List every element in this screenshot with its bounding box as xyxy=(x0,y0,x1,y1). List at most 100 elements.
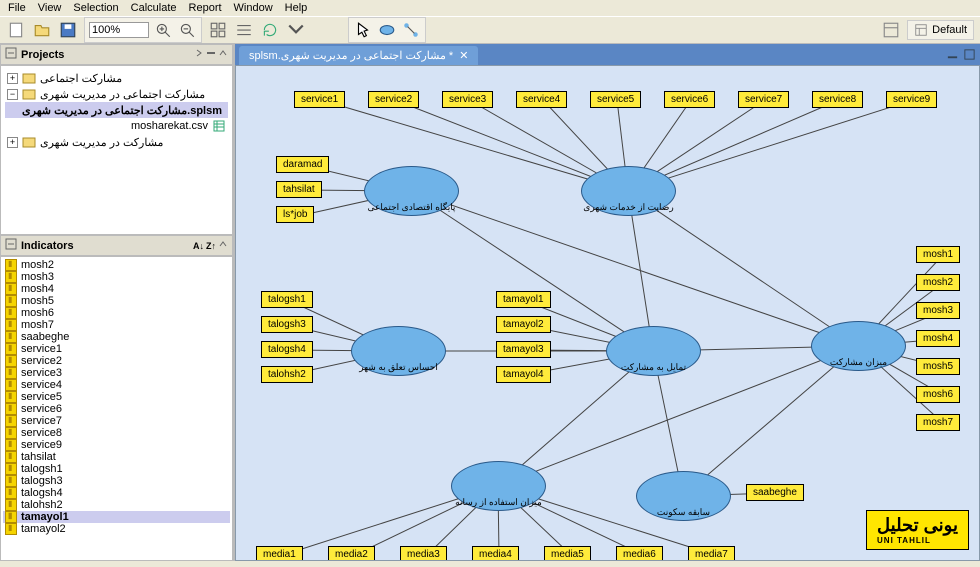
indicator-row[interactable]: mosh6 xyxy=(3,307,230,319)
indicator-row[interactable]: service4 xyxy=(3,379,230,391)
mv-daramad[interactable]: daramad xyxy=(276,156,329,173)
expand-icon[interactable]: + xyxy=(7,137,18,148)
indicator-row[interactable]: talohsh2 xyxy=(3,499,230,511)
mv-md5[interactable]: media5 xyxy=(544,546,591,561)
mv-s4[interactable]: service4 xyxy=(516,91,567,108)
menu-help[interactable]: Help xyxy=(285,2,308,14)
mv-talogsh3[interactable]: talogsh3 xyxy=(261,316,313,333)
indicator-row[interactable]: talogsh1 xyxy=(3,463,230,475)
pointer-icon[interactable] xyxy=(353,20,373,40)
mv-t4[interactable]: tamayol4 xyxy=(496,366,551,383)
project-node[interactable]: + مشارکت اجتماعی xyxy=(5,70,228,86)
indicator-row[interactable]: service8 xyxy=(3,427,230,439)
mv-s5[interactable]: service5 xyxy=(590,91,641,108)
indicator-row[interactable]: mosh4 xyxy=(3,283,230,295)
mv-md1[interactable]: media1 xyxy=(256,546,303,561)
indicator-row[interactable]: tamayol2 xyxy=(3,523,230,535)
mv-talohsh2[interactable]: talohsh2 xyxy=(261,366,313,383)
arrow-up-icon[interactable] xyxy=(218,48,228,61)
mv-m6[interactable]: mosh6 xyxy=(916,386,960,403)
projects-collapse-icon[interactable] xyxy=(5,47,17,62)
menu-report[interactable]: Report xyxy=(189,2,222,14)
indicator-row[interactable]: mosh5 xyxy=(3,295,230,307)
menu-file[interactable]: File xyxy=(8,2,26,14)
maximize-icon[interactable] xyxy=(963,48,976,64)
mv-s2[interactable]: service2 xyxy=(368,91,419,108)
indicator-row[interactable]: mosh3 xyxy=(3,271,230,283)
latent-paygah[interactable]: پایگاه اقتصادی اجتماعی xyxy=(364,166,459,216)
mv-s6[interactable]: service6 xyxy=(664,91,715,108)
zoom-input[interactable] xyxy=(89,22,149,38)
mv-m5[interactable]: mosh5 xyxy=(916,358,960,375)
new-file-icon[interactable] xyxy=(6,20,26,40)
mv-s1[interactable]: service1 xyxy=(294,91,345,108)
sort-za-icon[interactable]: Z↑ xyxy=(206,241,216,251)
latent-ehsas[interactable]: احساس تعلق به شهر xyxy=(351,326,446,376)
layout-icon[interactable] xyxy=(881,20,901,40)
mv-m1[interactable]: mosh1 xyxy=(916,246,960,263)
mv-tahsilat[interactable]: tahsilat xyxy=(276,181,322,198)
expand-icon[interactable]: + xyxy=(7,73,18,84)
mv-t3[interactable]: tamayol3 xyxy=(496,341,551,358)
zoom-out-icon[interactable] xyxy=(177,20,197,40)
indicator-row[interactable]: talogsh3 xyxy=(3,475,230,487)
latent-icon[interactable] xyxy=(377,20,397,40)
collapse-icon[interactable]: − xyxy=(7,89,18,100)
indicator-row[interactable]: tahsilat xyxy=(3,451,230,463)
mv-t2[interactable]: tamayol2 xyxy=(496,316,551,333)
model-canvas[interactable]: یونی تحلیل UNI TAHLIL service1service2se… xyxy=(235,65,980,561)
default-button[interactable]: Default xyxy=(907,20,974,40)
latent-tamayol[interactable]: تمایل به مشارکت xyxy=(606,326,701,376)
arrow-next-icon[interactable] xyxy=(194,48,204,61)
latent-resane[interactable]: میزان استفاده از رسانه xyxy=(451,461,546,511)
mv-md3[interactable]: media3 xyxy=(400,546,447,561)
indicator-row[interactable]: saabeghe xyxy=(3,331,230,343)
project-node[interactable]: + مشارکت در مدیریت شهری xyxy=(5,134,228,150)
project-node[interactable]: − مشارکت اجتماعی در مدیریت شهری xyxy=(5,86,228,102)
refresh-icon[interactable] xyxy=(260,20,280,40)
zoom-in-icon[interactable] xyxy=(153,20,173,40)
indicator-row[interactable]: service7 xyxy=(3,415,230,427)
indicator-row[interactable]: talogsh4 xyxy=(3,487,230,499)
menu-selection[interactable]: Selection xyxy=(73,2,118,14)
menu-view[interactable]: View xyxy=(38,2,62,14)
connect-icon[interactable] xyxy=(401,20,421,40)
mv-s7[interactable]: service7 xyxy=(738,91,789,108)
save-icon[interactable] xyxy=(58,20,78,40)
mv-md4[interactable]: media4 xyxy=(472,546,519,561)
indicator-row[interactable]: service6 xyxy=(3,403,230,415)
mv-s9[interactable]: service9 xyxy=(886,91,937,108)
mv-m3[interactable]: mosh3 xyxy=(916,302,960,319)
indicator-row[interactable]: service9 xyxy=(3,439,230,451)
mv-m2[interactable]: mosh2 xyxy=(916,274,960,291)
arrow-min-icon[interactable] xyxy=(206,48,216,61)
mv-m7[interactable]: mosh7 xyxy=(916,414,960,431)
indicators-collapse-icon[interactable] xyxy=(5,238,17,253)
menu-window[interactable]: Window xyxy=(234,2,273,14)
indicator-row[interactable]: tamayol1 xyxy=(3,511,230,523)
projects-tree[interactable]: + مشارکت اجتماعی − مشارکت اجتماعی در مدی… xyxy=(0,65,233,235)
open-icon[interactable] xyxy=(32,20,52,40)
mv-talogsh4[interactable]: talogsh4 xyxy=(261,341,313,358)
model-tab[interactable]: splsm.مشارکت اجتماعی در مدیریت شهری * ✕ xyxy=(239,46,478,65)
indicator-row[interactable]: mosh7 xyxy=(3,319,230,331)
mv-job[interactable]: ls*job xyxy=(276,206,314,223)
mv-md7[interactable]: media7 xyxy=(688,546,735,561)
indicator-row[interactable]: service1 xyxy=(3,343,230,355)
mv-talogsh1[interactable]: talogsh1 xyxy=(261,291,313,308)
list-icon[interactable] xyxy=(234,20,254,40)
mv-t1[interactable]: tamayol1 xyxy=(496,291,551,308)
tab-close-icon[interactable]: ✕ xyxy=(459,49,468,62)
arrow-up-icon[interactable] xyxy=(218,239,228,252)
menu-calculate[interactable]: Calculate xyxy=(131,2,177,14)
minimize-icon[interactable] xyxy=(946,48,959,64)
indicator-row[interactable]: mosh2 xyxy=(3,259,230,271)
mv-s3[interactable]: service3 xyxy=(442,91,493,108)
latent-sabeghe[interactable]: سابقه سکونت xyxy=(636,471,731,521)
sort-az-icon[interactable]: A↓ xyxy=(193,241,204,251)
mv-m4[interactable]: mosh4 xyxy=(916,330,960,347)
grid-icon[interactable] xyxy=(208,20,228,40)
latent-mizan[interactable]: میزان مشارکت xyxy=(811,321,906,371)
latent-rezayat[interactable]: رضایت از خدمات شهری xyxy=(581,166,676,216)
project-data-node[interactable]: mosharekat.csv xyxy=(5,118,228,134)
